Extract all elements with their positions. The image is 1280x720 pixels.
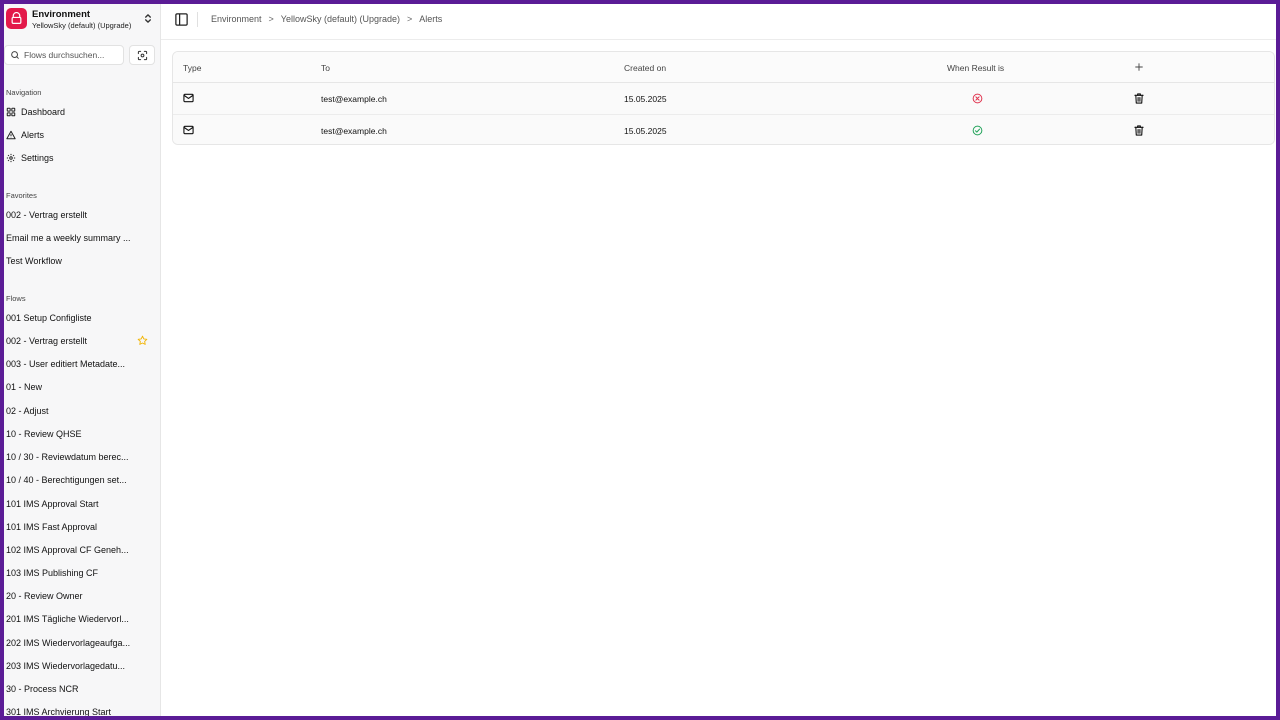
favorites-section-label: Favorites: [6, 191, 37, 200]
nav-item-settings[interactable]: Settings: [6, 149, 156, 167]
favorite-item[interactable]: Email me a weekly summary ...: [6, 233, 156, 243]
mail-icon: [183, 125, 194, 135]
chevron-right-icon: >: [268, 14, 274, 24]
favorite-item[interactable]: 002 - Vertrag erstellt: [6, 210, 156, 220]
nav-item-label: Alerts: [21, 130, 45, 140]
flow-item[interactable]: 301 IMS Archvierung Start: [6, 707, 156, 717]
environment-logo-icon: [6, 8, 27, 29]
breadcrumb-current: Alerts: [419, 14, 443, 24]
flow-item[interactable]: 203 IMS Wiedervorlagedatu...: [6, 661, 156, 671]
flow-item[interactable]: 102 IMS Approval CF Geneh...: [6, 545, 156, 555]
flow-item[interactable]: 10 - Review QHSE: [6, 429, 156, 439]
column-header-type: Type: [183, 63, 202, 73]
nav-item-dashboard[interactable]: Dashboard: [6, 103, 156, 121]
breadcrumb: Environment > YellowSky (default) (Upgra…: [211, 14, 442, 24]
favorite-item[interactable]: Test Workflow: [6, 256, 156, 266]
flow-item[interactable]: 10 / 40 - Berechtigungen set...: [6, 475, 156, 485]
flow-item[interactable]: 103 IMS Publishing CF: [6, 568, 156, 578]
column-header-result: When Result is: [947, 63, 1005, 73]
flow-item[interactable]: 002 - Vertrag erstellt: [6, 336, 156, 346]
alert-created-on: 15.05.2025: [624, 126, 667, 136]
column-header-to: To: [321, 63, 330, 73]
sidebar: Environment YellowSky (default) (Upgrade…: [0, 0, 161, 720]
sidebar-toggle-icon[interactable]: [174, 12, 189, 27]
flow-item[interactable]: 101 IMS Fast Approval: [6, 522, 156, 532]
chevron-right-icon: >: [407, 14, 413, 24]
flows-section-label: Flows: [6, 294, 26, 303]
trash-icon[interactable]: [1134, 125, 1144, 136]
flow-item[interactable]: 001 Setup Configliste: [6, 313, 156, 323]
flow-item[interactable]: 003 - User editiert Metadate...: [6, 359, 156, 369]
table-row[interactable]: test@example.ch 15.05.2025: [173, 115, 1274, 144]
top-bar: Environment > YellowSky (default) (Upgra…: [161, 0, 1280, 40]
search-icon: [11, 51, 19, 59]
alerts-table: Type To Created on When Result is test@e…: [172, 51, 1275, 145]
star-icon[interactable]: [137, 335, 148, 346]
chevrons-up-down-icon: [145, 14, 151, 23]
flow-item[interactable]: 02 - Adjust: [6, 406, 156, 416]
main-content: Environment > YellowSky (default) (Upgra…: [161, 0, 1280, 720]
flow-search[interactable]: [4, 45, 124, 65]
table-row[interactable]: test@example.ch 15.05.2025: [173, 83, 1274, 115]
check-circle-icon: [972, 125, 983, 136]
scan-icon: [137, 50, 147, 60]
flow-item[interactable]: 20 - Review Owner: [6, 591, 156, 601]
environment-title: Environment: [32, 9, 91, 20]
nav-item-label: Settings: [21, 153, 54, 163]
x-circle-icon: [972, 93, 983, 104]
flow-item[interactable]: 101 IMS Approval Start: [6, 499, 156, 509]
gear-icon: [6, 153, 16, 163]
nav-item-label: Dashboard: [21, 107, 66, 117]
divider: [197, 12, 198, 27]
environment-subtitle: YellowSky (default) (Upgrade): [32, 21, 132, 30]
flow-item[interactable]: 202 IMS Wiedervorlageaufga...: [6, 638, 156, 648]
breadcrumb-item[interactable]: YellowSky (default) (Upgrade): [281, 14, 400, 24]
environment-switcher[interactable]: Environment YellowSky (default) (Upgrade…: [6, 8, 154, 32]
alert-triangle-icon: [6, 130, 16, 140]
dashboard-icon: [6, 107, 16, 117]
flow-item[interactable]: 01 - New: [6, 382, 156, 392]
breadcrumb-item[interactable]: Environment: [211, 14, 262, 24]
scan-button[interactable]: [129, 45, 155, 65]
trash-icon[interactable]: [1134, 93, 1144, 104]
mail-icon: [183, 93, 194, 103]
search-input[interactable]: [24, 50, 119, 60]
table-header: Type To Created on When Result is: [173, 52, 1274, 83]
nav-item-alerts[interactable]: Alerts: [6, 126, 156, 144]
flow-item[interactable]: 30 - Process NCR: [6, 684, 156, 694]
flow-item[interactable]: 10 / 30 - Reviewdatum berec...: [6, 452, 156, 462]
alert-recipient: test@example.ch: [321, 126, 387, 136]
add-alert-icon[interactable]: [1134, 62, 1144, 72]
navigation-section-label: Navigation: [6, 88, 42, 97]
alert-recipient: test@example.ch: [321, 94, 387, 104]
column-header-created-on: Created on: [624, 63, 667, 73]
alert-created-on: 15.05.2025: [624, 94, 667, 104]
flow-item[interactable]: 201 IMS Tägliche Wiedervorl...: [6, 614, 156, 624]
